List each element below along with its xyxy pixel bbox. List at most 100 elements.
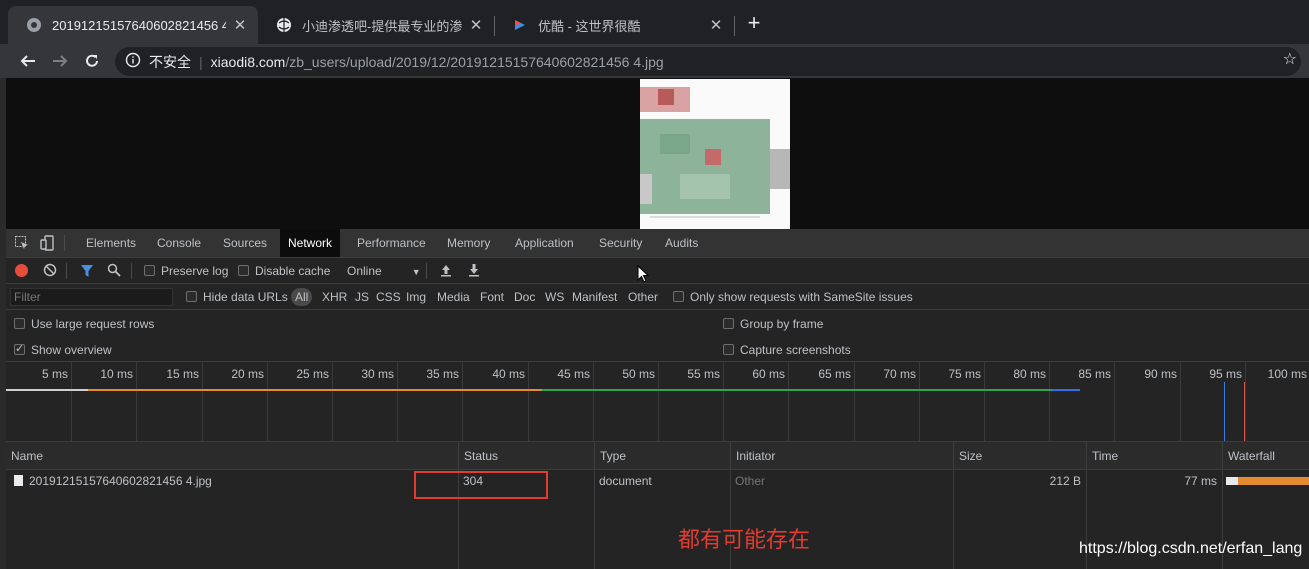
capture-screenshots-checkbox[interactable]: Capture screenshots xyxy=(723,343,851,357)
globe-icon xyxy=(26,17,42,33)
filter-all[interactable]: All xyxy=(291,288,313,306)
bookmark-star-icon[interactable]: ☆ xyxy=(1283,49,1297,69)
watermark: https://blog.csdn.net/erfan_lang xyxy=(1079,540,1303,557)
tab-sources[interactable]: Sources xyxy=(215,229,275,257)
security-label: 不安全 xyxy=(149,53,191,70)
timeline-gridline xyxy=(1114,362,1115,441)
timeline-overview[interactable]: 5 ms 10 ms 15 ms 20 ms 25 ms 30 ms 35 ms 40 ms 4… xyxy=(6,362,1309,442)
reload-button[interactable] xyxy=(80,49,104,73)
inspect-element-icon[interactable] xyxy=(14,235,30,254)
filter-css[interactable]: CSS xyxy=(373,288,404,306)
column-waterfall[interactable]: Waterfall xyxy=(1222,442,1309,470)
timeline-gridline xyxy=(723,362,724,441)
new-tab-button[interactable]: + xyxy=(742,12,766,36)
tab-performance[interactable]: Performance xyxy=(349,229,434,257)
filter-icon[interactable] xyxy=(80,264,94,281)
timeline-tick-label: 100 ms xyxy=(1267,367,1307,381)
mouse-cursor-icon xyxy=(637,265,650,283)
timeline-gridline xyxy=(462,362,463,441)
request-type-cell: document xyxy=(599,474,652,488)
throttle-select[interactable]: Online ▼ xyxy=(347,264,421,278)
tab-youku[interactable]: 优酷 - 这世界很酷 ✕ xyxy=(494,6,734,44)
filter-doc[interactable]: Doc xyxy=(511,288,538,306)
filter-font[interactable]: Font xyxy=(477,288,507,306)
close-icon[interactable]: ✕ xyxy=(232,16,248,34)
waterfall-bar xyxy=(1238,477,1309,485)
tab-image[interactable]: 20191215157640602821456 4.jpg ✕ xyxy=(8,6,258,44)
column-name[interactable]: Name xyxy=(6,442,458,470)
timeline-gridline xyxy=(528,362,529,441)
filter-media[interactable]: Media xyxy=(434,288,473,306)
export-har-icon[interactable] xyxy=(468,263,480,280)
globe-icon xyxy=(276,17,292,33)
timeline-gridline xyxy=(397,362,398,441)
toolbar-divider xyxy=(426,263,427,279)
column-size[interactable]: Size xyxy=(953,442,1086,470)
disable-cache-checkbox[interactable]: Disable cache xyxy=(238,264,330,278)
timeline-tick-label: 85 ms xyxy=(1078,367,1111,381)
preserve-log-checkbox[interactable]: Preserve log xyxy=(144,264,228,278)
large-rows-checkbox[interactable]: Use large request rows xyxy=(14,317,154,331)
tab-title: 优酷 - 这世界很酷 xyxy=(538,18,641,34)
table-row[interactable]: 20191215157640602821456 4.jpg 304 docume… xyxy=(6,470,1309,492)
timeline-tick-label: 50 ms xyxy=(622,367,655,381)
timeline-gridline xyxy=(202,362,203,441)
close-icon[interactable]: ✕ xyxy=(468,16,484,34)
tab-title: 小迪渗透吧-提供最专业的渗透测 xyxy=(302,18,462,34)
network-toolbar: Preserve log Disable cache Online ▼ xyxy=(6,258,1309,284)
request-time-cell: 77 ms xyxy=(1184,474,1217,488)
tab-application[interactable]: Application xyxy=(507,229,582,257)
reload-icon xyxy=(86,54,98,67)
back-button[interactable] xyxy=(16,49,40,73)
forward-button[interactable] xyxy=(48,49,72,73)
browser-toolbar: 不安全 | xiaodi8.com /zb_users/upload/2019/… xyxy=(0,44,1309,78)
tab-security[interactable]: Security xyxy=(591,229,650,257)
devtools-panel: Elements Console Sources Network Perform… xyxy=(6,229,1309,569)
tab-elements[interactable]: Elements xyxy=(78,229,144,257)
filter-other[interactable]: Other xyxy=(625,288,661,306)
document-icon xyxy=(14,475,23,486)
address-bar[interactable]: 不安全 | xiaodi8.com /zb_users/upload/2019/… xyxy=(115,47,1301,76)
show-overview-checkbox[interactable]: Show overview xyxy=(14,342,112,357)
timeline-gridline xyxy=(984,362,985,441)
tab-audits[interactable]: Audits xyxy=(657,229,706,257)
timeline-tick-label: 25 ms xyxy=(296,367,329,381)
filter-ws[interactable]: WS xyxy=(542,288,567,306)
timeline-gridline xyxy=(267,362,268,441)
info-icon[interactable] xyxy=(125,52,141,71)
filter-manifest[interactable]: Manifest xyxy=(569,288,620,306)
column-status[interactable]: Status xyxy=(458,442,594,470)
timeline-gridline xyxy=(1049,362,1050,441)
search-icon[interactable] xyxy=(107,263,121,280)
close-icon[interactable]: ✕ xyxy=(708,16,724,34)
tab-console[interactable]: Console xyxy=(149,229,209,257)
filter-xhr[interactable]: XHR xyxy=(319,288,350,306)
tab-network[interactable]: Network xyxy=(280,229,341,257)
column-type[interactable]: Type xyxy=(594,442,730,470)
tab-title: 20191215157640602821456 4.jpg xyxy=(52,17,226,33)
tab-xiaodi[interactable]: 小迪渗透吧-提供最专业的渗透测 ✕ xyxy=(258,6,494,44)
samesite-checkbox[interactable]: Only show requests with SameSite issues xyxy=(673,290,913,304)
record-icon[interactable] xyxy=(15,264,28,277)
column-initiator[interactable]: Initiator xyxy=(730,442,953,470)
device-toolbar-icon[interactable] xyxy=(40,235,56,254)
request-initiator-cell: Other xyxy=(735,474,766,488)
group-by-frame-checkbox[interactable]: Group by frame xyxy=(723,317,823,331)
filter-img[interactable]: Img xyxy=(403,288,429,306)
request-table-header: Name Status Type Initiator Size Time Wat… xyxy=(6,442,1309,470)
timeline-tick-label: 75 ms xyxy=(948,367,981,381)
timeline-gridline xyxy=(136,362,137,441)
import-har-icon[interactable] xyxy=(440,263,452,280)
filter-input[interactable] xyxy=(10,288,173,306)
clear-icon[interactable] xyxy=(43,263,57,280)
timeline-gridline xyxy=(593,362,594,441)
hide-data-urls-checkbox[interactable]: Hide data URLs xyxy=(186,290,288,304)
filter-js[interactable]: JS xyxy=(352,288,372,306)
toolbar-divider xyxy=(66,263,67,279)
tab-memory[interactable]: Memory xyxy=(439,229,498,257)
request-size-cell: 212 B xyxy=(1049,474,1081,488)
timeline-tick-label: 5 ms xyxy=(41,367,68,381)
timeline-gridline xyxy=(71,362,72,441)
network-settings: Use large request rows Show overview Gro… xyxy=(6,310,1309,362)
column-time[interactable]: Time xyxy=(1086,442,1222,470)
